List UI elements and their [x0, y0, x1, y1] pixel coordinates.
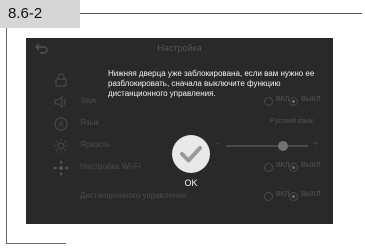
bottom-border	[6, 243, 66, 244]
section-number: 8.6-2	[8, 5, 43, 22]
section-number-tab: 8.6-2	[0, 0, 80, 28]
dialog-overlay: Нижняя дверца уже заблокирована, если ва…	[26, 38, 333, 224]
ok-button-label[interactable]: OK	[171, 178, 211, 188]
ok-check-icon[interactable]	[171, 134, 211, 174]
top-divider	[80, 13, 362, 14]
device-screen: Настройка Звук ВКЛ ВЫКЛ A Язык Русский я…	[26, 38, 333, 224]
left-border	[6, 28, 7, 243]
dialog-message: Нижняя дверца уже заблокирована, если ва…	[108, 69, 315, 98]
